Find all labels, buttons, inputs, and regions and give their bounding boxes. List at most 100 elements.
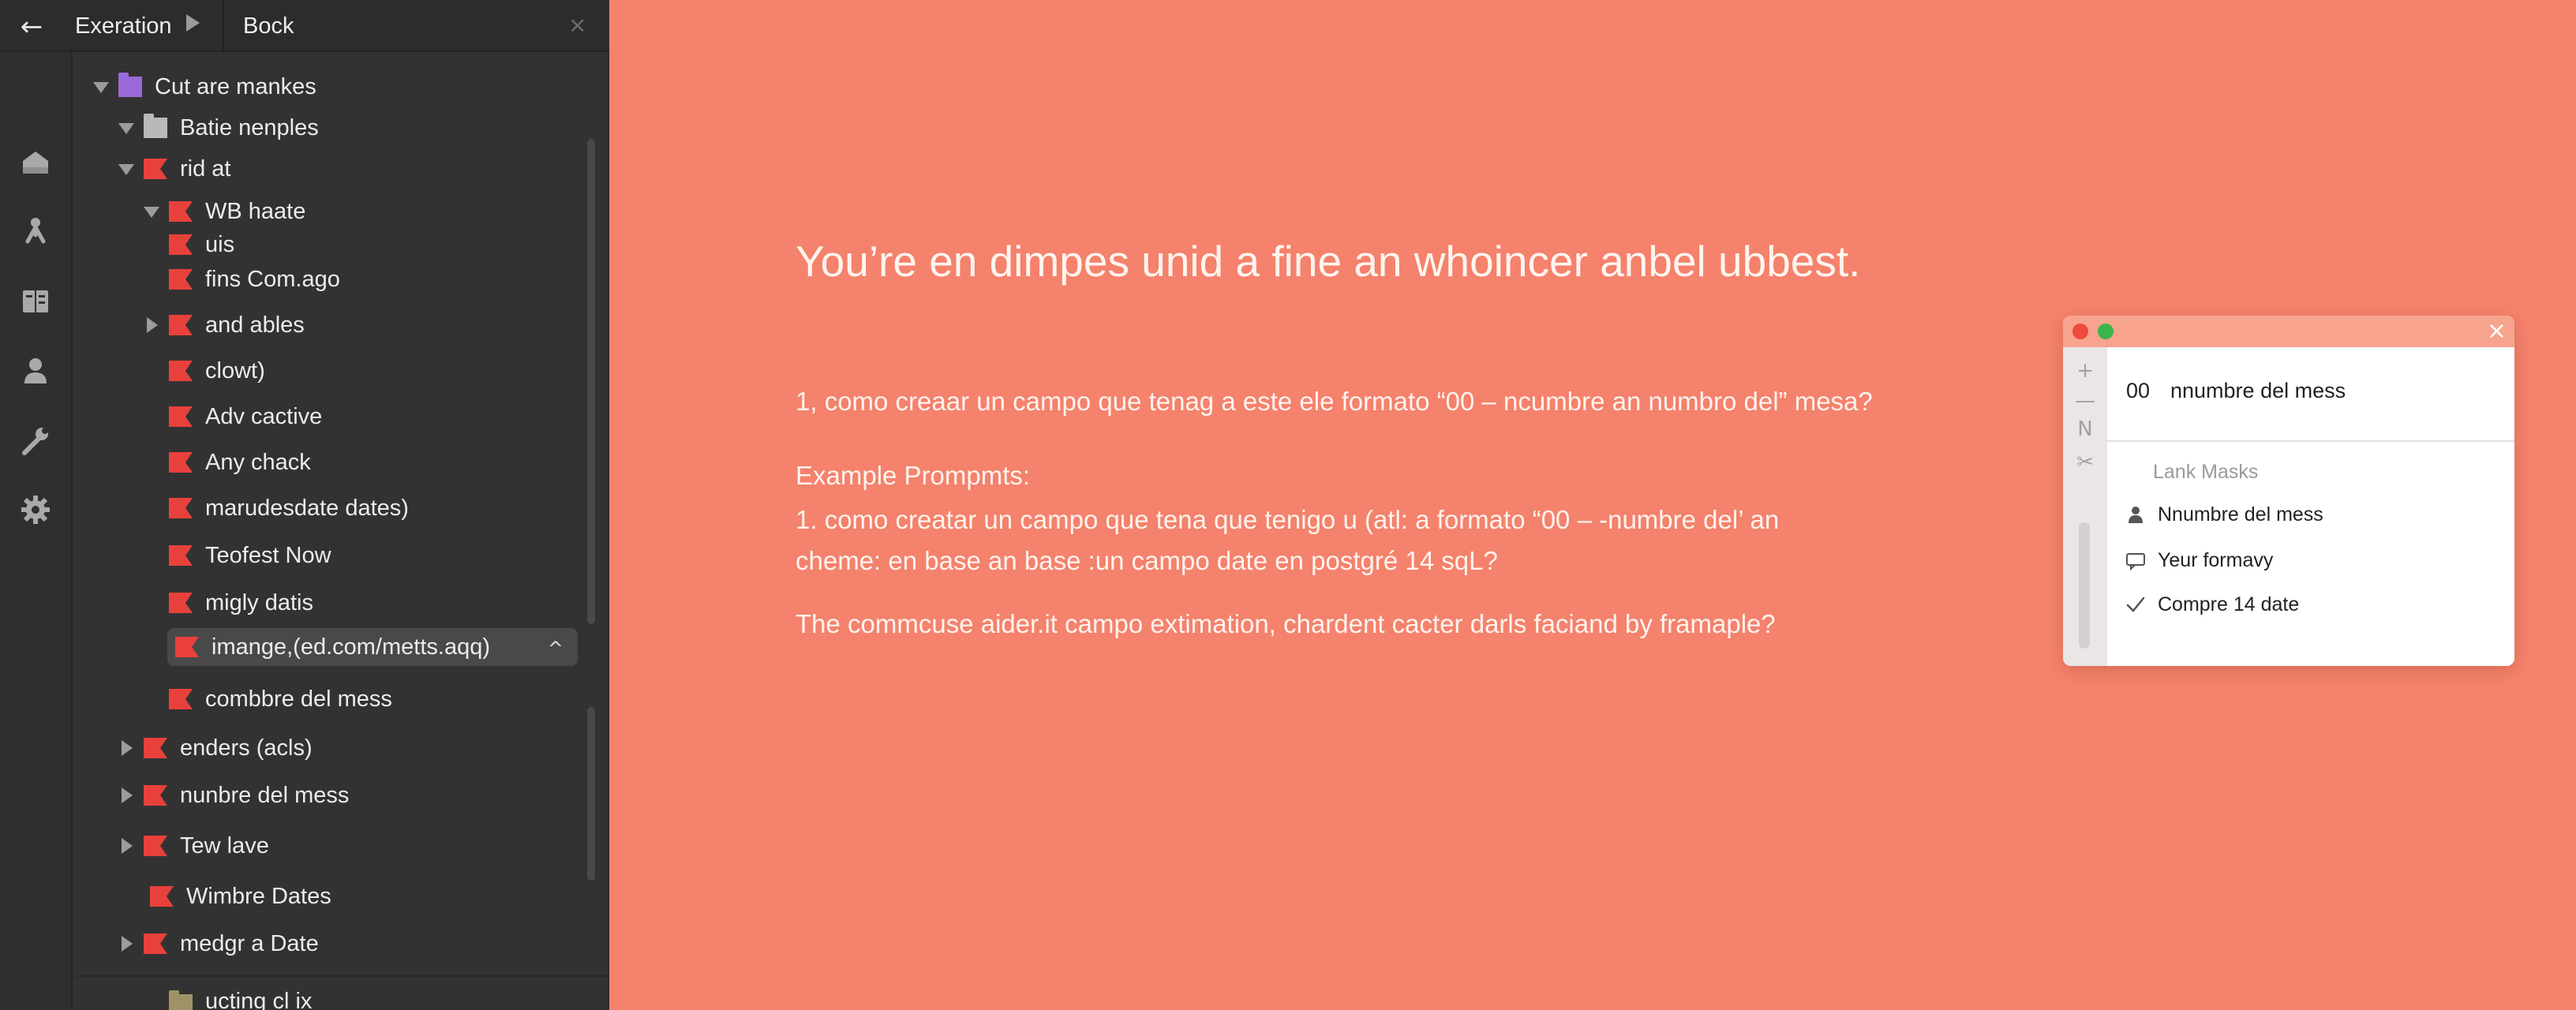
tree-item-label: combbre del mess (205, 686, 392, 712)
popup-scrollbar[interactable] (2079, 522, 2090, 649)
tree-item[interactable]: uis (140, 226, 488, 264)
close-tab-icon[interactable]: × (568, 11, 586, 39)
tree-item[interactable]: enders (acls) (115, 729, 494, 767)
tree-item[interactable]: combbre del mess (140, 680, 488, 718)
folder-icon (144, 159, 167, 179)
tree-item[interactable]: Adv cactive (140, 398, 488, 436)
tree-item-label: Any chack (205, 449, 311, 475)
expand-arrow-icon[interactable] (115, 117, 137, 139)
tree-item-label: enders (acls) (180, 735, 313, 761)
wrench-icon[interactable] (17, 421, 54, 459)
tree-item-label: Batie nenples (180, 114, 319, 140)
tree-item[interactable]: Cut are mankes (90, 68, 500, 106)
folder-icon (169, 406, 193, 427)
tree-item[interactable]: rid at (115, 150, 494, 188)
folder-icon (169, 689, 193, 709)
folder-icon (144, 933, 167, 954)
mask-option-label: Nnumbre del mess (2158, 503, 2323, 526)
input-number: 00 (2126, 379, 2151, 402)
folder-icon (169, 545, 193, 566)
mask-option[interactable]: Compre 14 date (2125, 589, 2299, 620)
mask-option[interactable]: Nnumbre del mess (2125, 499, 2323, 530)
tree-item-label: marudesdate dates) (205, 495, 409, 521)
comment-icon (2126, 553, 2145, 571)
tree-item-label: fins Com.ago (205, 266, 340, 292)
folder-icon (169, 315, 193, 335)
examples-title: Example Prompmts: (796, 461, 1031, 490)
tree-item-label: Cut are mankes (155, 73, 316, 99)
tree-item[interactable]: migly datis (140, 584, 488, 622)
tree-item[interactable]: Batie nenples (115, 109, 494, 147)
user-icon[interactable] (17, 352, 54, 390)
n-tool-icon[interactable]: N (2074, 418, 2096, 440)
person-walk-icon[interactable] (17, 213, 54, 251)
tree-item[interactable]: fins Com.ago (140, 260, 488, 298)
person-icon (2129, 507, 2143, 523)
scissors-icon[interactable]: ✂ (2074, 451, 2096, 473)
tree-item-label: rid at (180, 155, 231, 181)
tree-item[interactable]: nunbre del mess (115, 776, 494, 814)
expand-arrow-icon[interactable] (115, 933, 137, 955)
popup-close-icon[interactable]: × (2487, 317, 2507, 346)
minus-icon[interactable]: — (2074, 390, 2096, 412)
example-line-1[interactable]: 1. como creatar un campo que tena que te… (796, 499, 1779, 541)
home-icon[interactable] (17, 144, 54, 181)
tree-item[interactable]: WB haate (140, 193, 488, 230)
example-line-3[interactable]: The commcuse aider.it campo extimation, … (796, 603, 1776, 645)
caret-up-icon[interactable]: ^ (548, 638, 564, 660)
file-explorer-panel: ← Exeration Bock × Cut are mankes Batie … (0, 0, 609, 1010)
breadcrumb-tab-1[interactable]: Exeration (75, 11, 172, 41)
tree-item[interactable]: ucting cl ix (140, 983, 488, 1010)
tab-divider (223, 0, 224, 52)
expand-arrow-icon[interactable] (115, 784, 137, 806)
close-dot-icon[interactable] (2072, 324, 2088, 339)
breadcrumb-tab-2[interactable]: Bock (243, 11, 294, 41)
icon-rail (0, 52, 73, 1010)
tree-item[interactable]: and ables (140, 306, 488, 344)
scrollbar-thumb[interactable] (587, 707, 595, 881)
gear-icon[interactable] (17, 491, 54, 529)
back-arrow-icon[interactable]: ← (14, 9, 49, 44)
folder-icon (169, 498, 193, 518)
tree-item-selected[interactable]: imange,(ed.com/metts.aqq) ^ (167, 628, 578, 666)
plus-icon[interactable]: + (2074, 360, 2096, 382)
expand-arrow-icon[interactable] (140, 200, 163, 223)
tree-item[interactable]: Teofest Now (140, 537, 488, 574)
expand-arrow-icon[interactable] (115, 835, 137, 857)
expand-arrow-icon[interactable] (140, 314, 163, 336)
play-arrow-icon[interactable] (186, 14, 200, 32)
tree-item-label: Wimbre Dates (186, 883, 331, 909)
expand-arrow-icon[interactable] (115, 158, 137, 180)
folder-icon (169, 593, 193, 613)
tree-item[interactable]: marudesdate dates) (140, 489, 519, 527)
tree-item-label: nunbre del mess (180, 782, 350, 808)
tree-item[interactable]: Wimbre Dates (122, 877, 500, 915)
folder-icon (169, 361, 193, 381)
divider (74, 975, 609, 977)
book-icon[interactable] (17, 282, 54, 320)
example-line-2[interactable]: cheme: en base an base :un campo date en… (796, 540, 1498, 582)
explorer-topbar: ← Exeration Bock × (0, 0, 609, 52)
tree-item-label: ucting cl ix (205, 989, 313, 1010)
headline: You’re en dimpes unid a fine an whoincer… (796, 237, 1861, 286)
tree-item[interactable]: medgr a Date (115, 925, 494, 963)
folder-icon (150, 886, 174, 907)
folder-icon (169, 269, 193, 290)
tree-item[interactable]: clowt) (140, 352, 488, 390)
tree-item-label: Tew lave (180, 832, 269, 858)
tree-item-label: and ables (205, 312, 305, 338)
mask-option[interactable]: Yeur formavy (2125, 544, 2273, 576)
folder-icon (118, 73, 142, 97)
tree-item-label: medgr a Date (180, 930, 319, 956)
tree-item[interactable]: Any chack (140, 443, 488, 481)
maximize-dot-icon[interactable] (2098, 324, 2114, 339)
expand-arrow-icon[interactable] (115, 737, 137, 759)
tree-item-label: WB haate (205, 198, 306, 224)
tree-item[interactable]: Tew lave (115, 827, 494, 865)
format-input[interactable]: 00 nnumbre del mess (2107, 347, 2514, 442)
folder-icon (144, 785, 167, 806)
scrollbar-track[interactable] (587, 139, 595, 624)
input-text: nnumbre del mess (2170, 379, 2346, 402)
expand-arrow-icon[interactable] (90, 76, 112, 98)
tree-item-label: uis (205, 231, 235, 257)
